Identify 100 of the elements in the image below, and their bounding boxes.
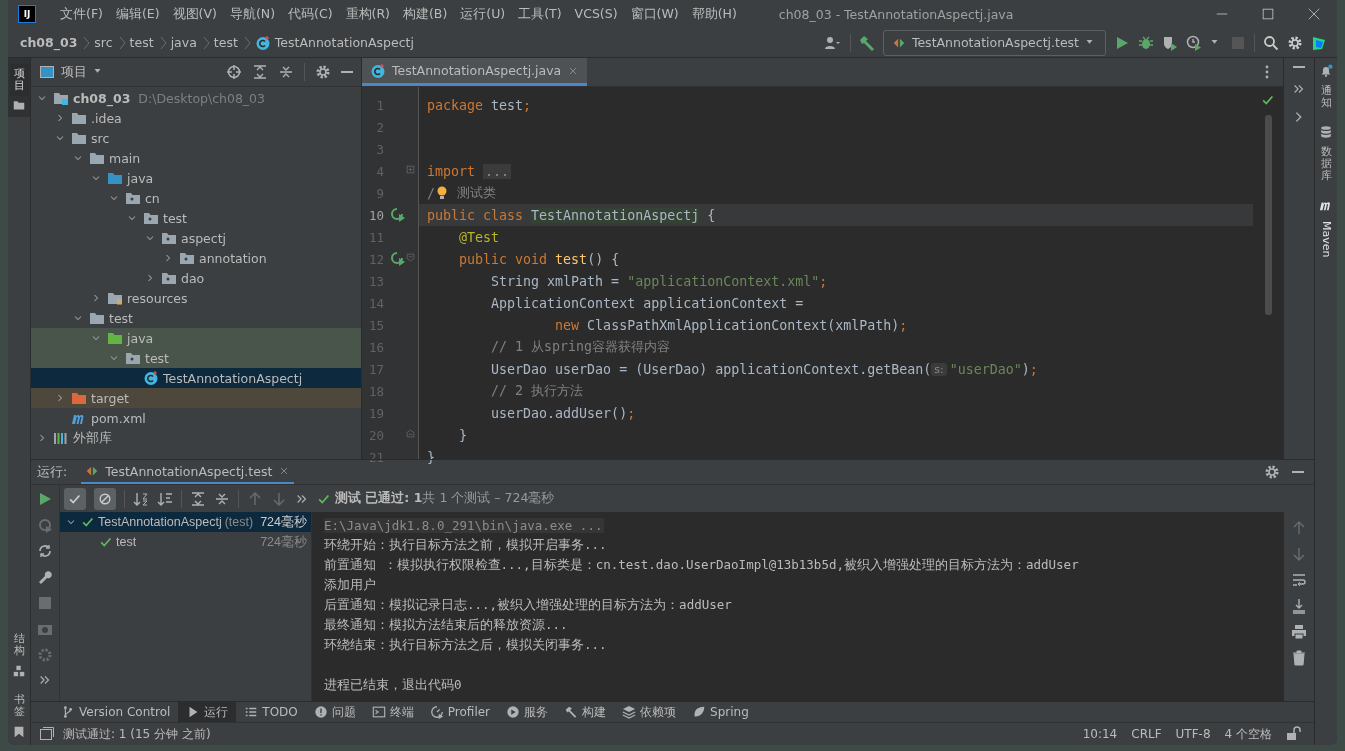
test-row[interactable]: test 724毫秒: [60, 532, 311, 552]
module-folder-icon: [53, 90, 69, 106]
expand-all-icon: [252, 64, 268, 80]
menu-item[interactable]: VCS(S): [568, 2, 624, 26]
tree-row[interactable]: java: [31, 328, 361, 348]
filter-toggle[interactable]: [94, 487, 116, 510]
run-config-dropdown[interactable]: TestAnnotationAspectj.test: [882, 29, 1106, 56]
tree-row[interactable]: pom.xml: [31, 408, 361, 428]
code-line: String xmlPath = "applicationContext.xml";: [490, 273, 828, 289]
breadcrumb-item[interactable]: test: [129, 35, 154, 50]
menu-item[interactable]: 导航(N): [223, 2, 282, 26]
breadcrumb-item[interactable]: test: [213, 35, 238, 50]
tool-window-tab[interactable]: Maven: [1316, 215, 1336, 264]
sort-alpha-icon: [133, 490, 149, 507]
leaf-icon: [692, 705, 707, 719]
code-line: ApplicationContext applicationContext =: [490, 295, 804, 311]
menu-item[interactable]: 构建(B): [396, 2, 454, 26]
run-tab[interactable]: TestAnnotationAspectj.test: [81, 460, 295, 484]
tool-window-tab[interactable]: 结构: [9, 628, 29, 661]
tool-window-tab[interactable]: 通知: [1316, 81, 1336, 114]
fold-end-icon: [406, 429, 418, 441]
breadcrumb-item[interactable]: ch08_03: [20, 35, 78, 50]
soft-wrap-icon: [1291, 572, 1307, 588]
tool-tab[interactable]: 依赖项: [614, 702, 685, 722]
tool-window-tab[interactable]: 项目: [9, 64, 29, 97]
arrow-down-icon: [1291, 546, 1307, 562]
status-item[interactable]: 4 个空格: [1224, 725, 1272, 743]
services-icon: [506, 705, 521, 719]
tree-row[interactable]: target: [31, 388, 361, 408]
tool-window-tab[interactable]: 数据库: [1316, 142, 1336, 187]
folder-icon: [107, 330, 123, 346]
window-icon: [39, 64, 55, 80]
status-message[interactable]: 测试通过: 1 (15 分钟 之前): [63, 725, 211, 743]
menu-item[interactable]: 文件(F): [54, 2, 109, 26]
tree-row[interactable]: resources: [31, 288, 361, 308]
minimize-icon: [1292, 471, 1304, 473]
tree-row[interactable]: java: [31, 168, 361, 188]
status-item[interactable]: CRLF: [1131, 727, 1162, 741]
tree-row[interactable]: test: [31, 308, 361, 328]
scrollbar[interactable]: [1264, 115, 1272, 315]
tree-row[interactable]: src: [31, 128, 361, 148]
tree-row[interactable]: main: [31, 148, 361, 168]
menu-item[interactable]: 代码(C): [282, 2, 339, 26]
menu-item[interactable]: 工具(T): [512, 2, 568, 26]
fold-plus-icon: [406, 165, 418, 177]
tree-row[interactable]: test: [31, 208, 361, 228]
close-icon: [1307, 7, 1321, 21]
tool-tab[interactable]: 构建: [556, 702, 615, 722]
hammer-icon: [858, 34, 875, 51]
test-row[interactable]: TestAnnotationAspectj (test) 724毫秒: [60, 512, 311, 532]
tool-tab[interactable]: 服务: [498, 702, 557, 722]
tool-tab[interactable]: 终端: [363, 702, 422, 722]
stop-icon: [37, 595, 53, 611]
bell-icon: [1319, 64, 1333, 78]
collapse-all-icon: [278, 64, 294, 80]
tool-tab[interactable]: 运行: [178, 702, 237, 722]
tool-window-tab[interactable]: 书签: [9, 689, 29, 722]
run-test-icon: [390, 207, 406, 223]
tool-tab[interactable]: Version Control: [53, 702, 179, 722]
package-folder-icon: [161, 270, 177, 286]
tool-tab[interactable]: Profiler: [421, 702, 499, 722]
tree-row[interactable]: aspectj: [31, 228, 361, 248]
panel-title: 运行:: [37, 463, 68, 481]
breadcrumb-item[interactable]: TestAnnotationAspectj: [274, 35, 414, 50]
tool-tab[interactable]: Spring: [684, 702, 757, 722]
code-text: "userDao");: [949, 361, 1038, 377]
tool-tab[interactable]: 问题: [305, 702, 364, 722]
console-line: 后置通知：模拟记录日志...,被织入增强处理的目标方法为：addUser: [324, 596, 732, 614]
arrow-up-icon: [247, 490, 263, 507]
warning-icon: [313, 705, 328, 719]
menu-item[interactable]: 重构(R): [339, 2, 396, 26]
menu-item[interactable]: 视图(V): [166, 2, 223, 26]
status-item[interactable]: 10:14: [1082, 727, 1118, 741]
tree-row[interactable]: ch08_03 D:\Desktop\ch08_03: [31, 88, 361, 108]
editor-tab[interactable]: TestAnnotationAspectj.java: [362, 58, 588, 86]
menu-item[interactable]: 编辑(E): [109, 2, 166, 26]
tree-row[interactable]: TestAnnotationAspectj: [31, 368, 361, 388]
menu-item[interactable]: 帮助(H): [685, 2, 743, 26]
tool-tab[interactable]: TODO: [236, 702, 306, 722]
menu-item[interactable]: 窗口(W): [624, 2, 685, 26]
tree-row[interactable]: test: [31, 348, 361, 368]
breadcrumb-item[interactable]: src: [94, 35, 113, 50]
tree-row[interactable]: dao: [31, 268, 361, 288]
breadcrumb-item[interactable]: java: [170, 35, 197, 50]
package-folder-icon: [161, 230, 177, 246]
tree-row[interactable]: annotation: [31, 248, 361, 268]
class-icon: [143, 370, 159, 386]
tree-row[interactable]: .idea: [31, 108, 361, 128]
tree-row[interactable]: 外部库: [31, 428, 361, 448]
profile-icon: [1186, 34, 1202, 51]
filter-toggle[interactable]: [64, 487, 86, 510]
folder-icon: [71, 130, 87, 146]
folded-code[interactable]: ...: [483, 163, 512, 179]
menu-item[interactable]: 运行(U): [454, 2, 512, 26]
project-view-dropdown[interactable]: 项目: [39, 63, 105, 81]
code-line: @Test: [458, 229, 500, 245]
status-item[interactable]: UTF-8: [1175, 727, 1211, 741]
locate-icon: [226, 64, 242, 80]
tree-row[interactable]: cn: [31, 188, 361, 208]
check-icon: [81, 515, 95, 529]
